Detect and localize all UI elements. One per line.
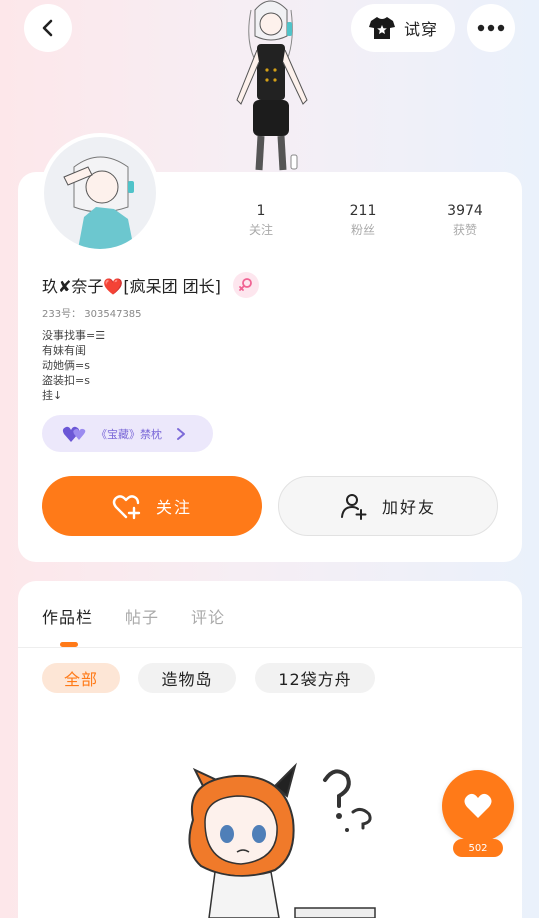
- add-friend-icon: [340, 494, 367, 520]
- bio-line: 没事找事=☰: [42, 329, 106, 342]
- stat-label: 粉丝: [350, 223, 375, 237]
- username: 玖✘奈子❤️[疯呆团 团长]: [42, 277, 221, 296]
- avatar-illustration: [63, 156, 134, 249]
- back-button[interactable]: [24, 4, 72, 52]
- bio-line: 动她俩=s: [42, 359, 90, 372]
- stat-value: 211: [349, 203, 377, 219]
- stat-label: 关注: [248, 223, 273, 237]
- try-on-button[interactable]: 试穿: [351, 4, 455, 52]
- avatar[interactable]: [40, 133, 160, 253]
- tab-works[interactable]: 作品栏: [42, 604, 93, 628]
- like-count: 502: [453, 839, 503, 857]
- empty-state-mascot: [188, 762, 376, 918]
- stat-following[interactable]: 1 关注: [210, 203, 312, 238]
- bio-line: 挂↓: [42, 389, 63, 402]
- user-id: 233号： 303547385: [42, 309, 142, 320]
- divider: [18, 647, 522, 648]
- add-friend-label: 加好友: [381, 498, 436, 517]
- filter-chip-creation-island[interactable]: 造物岛: [138, 663, 236, 693]
- chevron-right-icon: [177, 427, 185, 440]
- chevron-left-icon: [42, 19, 53, 37]
- stat-value: 1: [256, 203, 266, 219]
- stat-likes[interactable]: 3974 获赞: [414, 203, 516, 238]
- filter-chip-ark[interactable]: 12袋方舟: [255, 663, 375, 693]
- follow-button[interactable]: 关注: [42, 476, 262, 536]
- female-gender-icon: [232, 272, 259, 298]
- stat-label: 获赞: [452, 223, 477, 237]
- heart-icon: [464, 793, 492, 818]
- more-dots-icon: [477, 24, 505, 32]
- stat-followers[interactable]: 211 粉丝: [312, 203, 414, 238]
- title-badge-text: 《宝藏》禁枕: [96, 427, 162, 441]
- like-button[interactable]: [442, 770, 514, 842]
- follow-label: 关注: [155, 498, 192, 517]
- content-tabs: 作品栏 帖子 评论: [42, 604, 225, 628]
- outfit-icon: [368, 17, 395, 39]
- tab-posts[interactable]: 帖子: [125, 604, 159, 628]
- username-row: 玖✘奈子❤️[疯呆团 团长]: [42, 272, 259, 298]
- double-heart-icon: [62, 426, 86, 442]
- bio: 没事找事=☰ 有妹有闺 动她俩=s 盗装扣=s 挂↓: [42, 328, 105, 403]
- filter-chip-all[interactable]: 全部: [42, 663, 120, 693]
- stat-value: 3974: [447, 203, 483, 219]
- tab-comments[interactable]: 评论: [191, 604, 225, 628]
- character-illustration: [236, 0, 308, 171]
- heart-plus-icon: [112, 495, 141, 520]
- title-badge[interactable]: 《宝藏》禁枕: [42, 415, 213, 452]
- add-friend-button[interactable]: 加好友: [278, 476, 498, 536]
- more-button[interactable]: [467, 4, 515, 52]
- try-on-label: 试穿: [403, 20, 438, 39]
- bio-line: 盗装扣=s: [42, 374, 90, 387]
- bio-line: 有妹有闺: [42, 344, 86, 357]
